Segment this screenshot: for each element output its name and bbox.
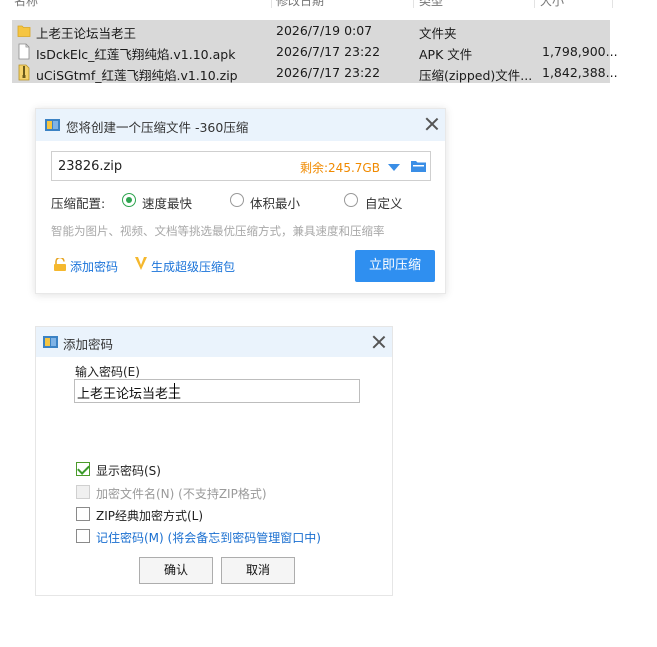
file-date: 2026/7/19 0:07: [276, 23, 373, 38]
radio-fastest-label[interactable]: 速度最快: [142, 193, 192, 212]
ok-button[interactable]: 确认: [139, 557, 213, 584]
dropdown-arrow-icon[interactable]: [388, 164, 400, 171]
dialog-title: 您将创建一个压缩文件 -360压缩: [66, 120, 249, 135]
file-icon: [18, 43, 30, 60]
file-explorer: 名称 修改日期 类型 大小 上老王论坛当老王 2026/7/19 0:07 文件…: [0, 0, 657, 90]
text-caret: [174, 383, 175, 399]
show-password-label[interactable]: 显示密码(S): [96, 462, 161, 479]
file-row[interactable]: IsDckElc_红莲飞翔纯焰.v1.10.apk 2026/7/17 23:2…: [12, 41, 618, 62]
column-divider[interactable]: [271, 0, 272, 8]
remember-password-label[interactable]: 记住密码(M) (将会备忘到密码管理窗口中): [96, 529, 321, 546]
encrypt-filenames-checkbox: [76, 485, 90, 499]
show-password-checkbox[interactable]: [76, 462, 90, 476]
cancel-button[interactable]: 取消: [221, 557, 295, 584]
file-row[interactable]: uCiSGtmf_红莲飞翔纯焰.v1.10.zip 2026/7/17 23:2…: [12, 62, 618, 83]
close-icon[interactable]: [372, 335, 386, 349]
column-type[interactable]: 类型: [419, 0, 443, 9]
config-label: 压缩配置:: [51, 196, 106, 211]
dialog-title: 添加密码: [63, 337, 114, 352]
add-password-link[interactable]: 添加密码: [70, 258, 118, 275]
file-size: 1,798,900...: [542, 44, 618, 59]
file-type: 压缩(zipped)文件...: [419, 68, 533, 83]
dialog-titlebar[interactable]: 添加密码: [36, 327, 392, 357]
column-date[interactable]: 修改日期: [276, 0, 324, 9]
remember-password-checkbox[interactable]: [76, 529, 90, 543]
file-name: IsDckElc_红莲飞翔纯焰.v1.10.apk: [36, 47, 236, 62]
radio-custom[interactable]: [344, 193, 358, 207]
archive-app-icon: [43, 336, 58, 348]
file-size: 1,842,388...: [542, 65, 618, 80]
free-space-label: 剩余:245.7GB: [300, 161, 380, 175]
compress-dialog: 您将创建一个压缩文件 -360压缩 23826.zip 剩余:245.7GB 压…: [35, 108, 446, 294]
column-name[interactable]: 名称: [14, 0, 38, 9]
column-divider[interactable]: [534, 0, 535, 8]
file-date: 2026/7/17 23:22: [276, 65, 381, 80]
folder-browse-icon[interactable]: [411, 160, 426, 172]
dialog-titlebar[interactable]: 您将创建一个压缩文件 -360压缩: [36, 109, 445, 141]
zip-classic-encryption-label[interactable]: ZIP经典加密方式(L): [96, 507, 203, 524]
compress-now-button[interactable]: 立即压缩: [355, 250, 435, 282]
file-name: uCiSGtmf_红莲飞翔纯焰.v1.10.zip: [36, 68, 238, 83]
zip-classic-encryption-checkbox[interactable]: [76, 507, 90, 521]
password-dialog: 添加密码 输入密码(E) 上老王论坛当老王 显示密码(S) 加密文件名(N) (…: [35, 326, 393, 596]
archive-filename[interactable]: 23826.zip: [58, 159, 122, 174]
zip-icon: [18, 64, 30, 81]
close-icon[interactable]: [425, 117, 439, 131]
archive-path-input[interactable]: 23826.zip 剩余:245.7GB: [51, 151, 431, 181]
password-value[interactable]: 上老王论坛当老王: [77, 383, 181, 402]
file-name: 上老王论坛当老王: [36, 26, 137, 41]
file-type: APK 文件: [419, 47, 473, 62]
password-label: 输入密码(E): [75, 365, 140, 379]
radio-custom-label[interactable]: 自定义: [365, 193, 403, 212]
radio-smallest[interactable]: [230, 193, 244, 207]
encrypt-filenames-label: 加密文件名(N) (不支持ZIP格式): [96, 487, 267, 501]
super-package-link[interactable]: 生成超级压缩包: [151, 258, 235, 275]
column-divider[interactable]: [413, 0, 414, 8]
column-divider[interactable]: [612, 0, 613, 8]
lock-icon[interactable]: [53, 258, 67, 271]
file-type: 文件夹: [419, 26, 457, 41]
config-hint: 智能为图片、视频、文档等挑选最优压缩方式，兼具速度和压缩率: [51, 224, 385, 238]
vip-icon[interactable]: [134, 255, 148, 271]
radio-fastest[interactable]: [122, 193, 136, 207]
archive-app-icon: [45, 119, 60, 131]
radio-smallest-label[interactable]: 体积最小: [250, 193, 300, 212]
column-header: 名称 修改日期 类型 大小: [0, 0, 657, 8]
file-row[interactable]: 上老王论坛当老王 2026/7/19 0:07 文件夹: [12, 20, 610, 41]
password-input[interactable]: 上老王论坛当老王: [74, 379, 360, 403]
column-size[interactable]: 大小: [540, 0, 564, 9]
file-date: 2026/7/17 23:22: [276, 44, 381, 59]
folder-icon: [17, 25, 31, 37]
